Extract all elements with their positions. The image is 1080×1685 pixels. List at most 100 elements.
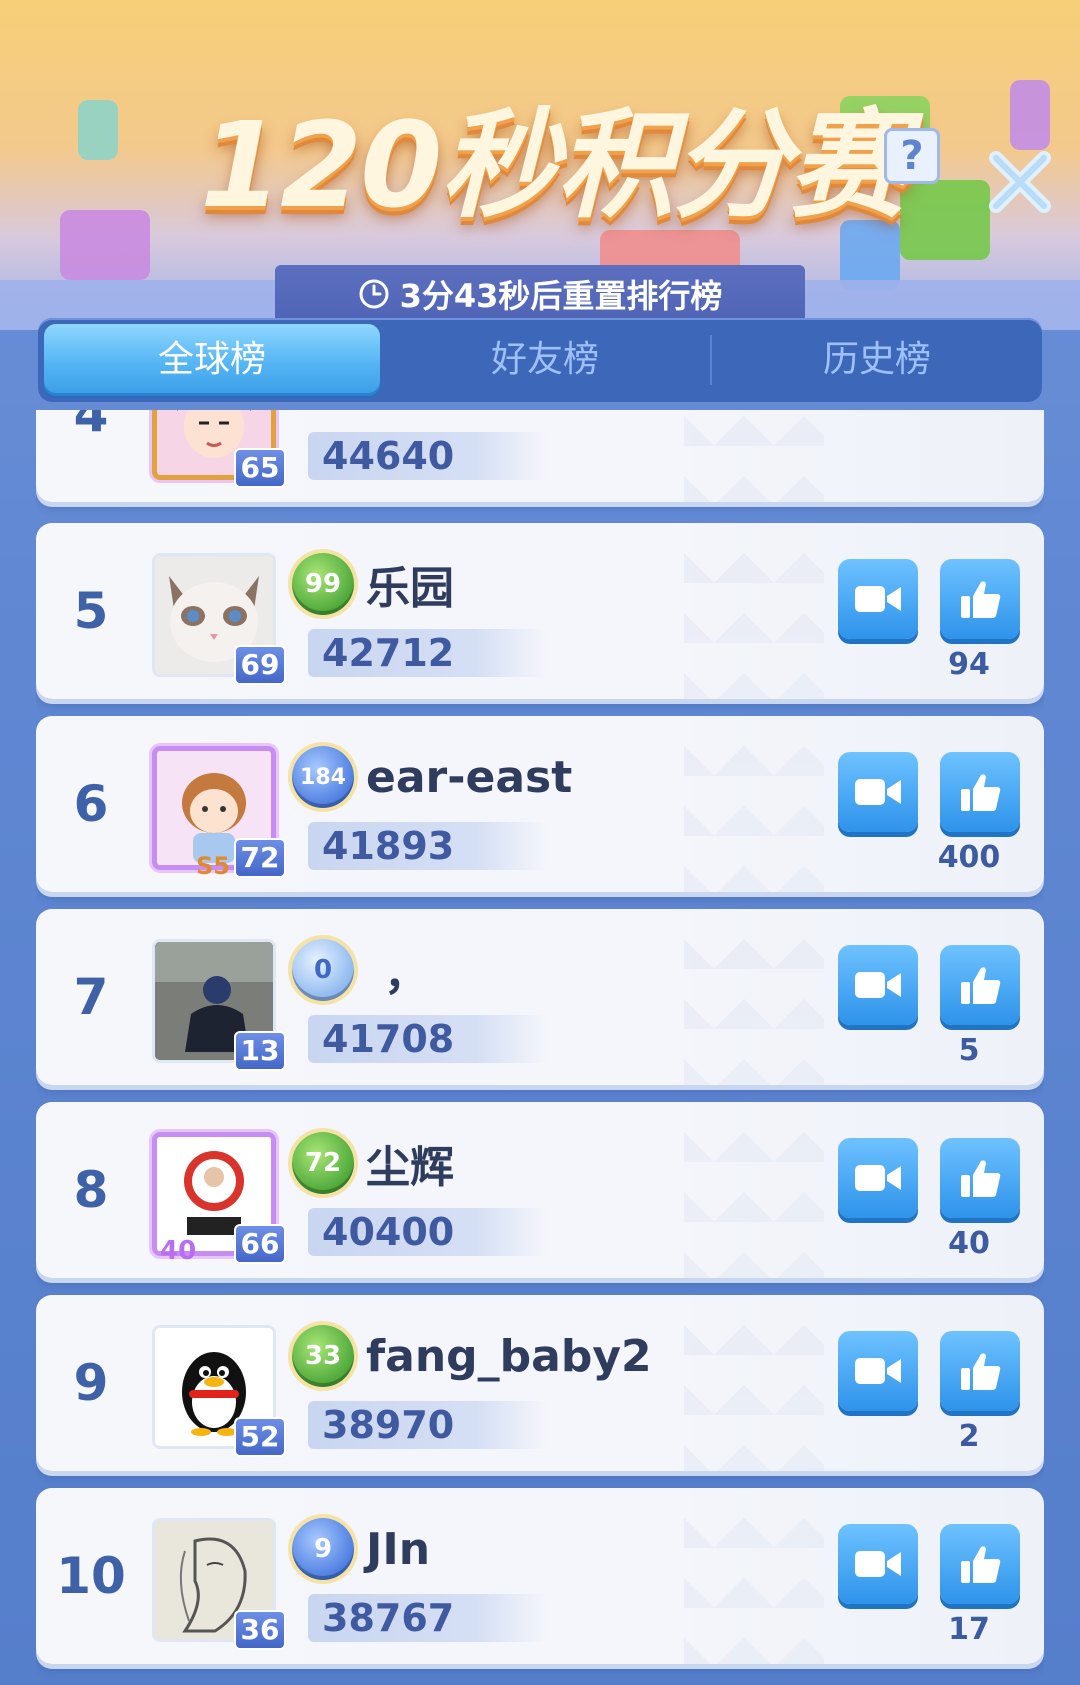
decor-cube bbox=[60, 210, 150, 280]
leaderboard-row: 7 13 0 ， 41708 5 bbox=[36, 909, 1044, 1085]
rank-number: 4 bbox=[73, 410, 109, 443]
level-badge: 0 bbox=[292, 939, 354, 1001]
leaderboard-row: 4 65 44640 369 bbox=[36, 410, 1044, 502]
video-camera-icon bbox=[855, 779, 901, 805]
leaderboard-row: 5 69 99 乐园 42712 94 bbox=[36, 523, 1044, 699]
like-button[interactable] bbox=[940, 752, 1020, 832]
thumbs-up-icon bbox=[961, 581, 1001, 618]
rank-number: 6 bbox=[73, 775, 109, 833]
rank-number: 7 bbox=[73, 968, 109, 1026]
replay-video-button[interactable] bbox=[838, 752, 918, 832]
close-icon[interactable] bbox=[988, 150, 1052, 214]
thumbs-up-icon bbox=[961, 967, 1001, 1004]
decor-cube bbox=[900, 180, 990, 260]
clock-icon bbox=[359, 279, 389, 309]
video-camera-icon bbox=[855, 1165, 901, 1191]
leaderboard-tabs: 全球榜 好友榜 历史榜 bbox=[38, 318, 1042, 402]
rank-number: 10 bbox=[56, 1547, 126, 1605]
score: 40400 bbox=[308, 1208, 548, 1256]
score: 42712 bbox=[308, 629, 548, 677]
player-avatar[interactable]: 52 bbox=[152, 1325, 286, 1457]
rank-number: 9 bbox=[73, 1354, 109, 1412]
video-camera-icon bbox=[855, 972, 901, 998]
player-badge: 99 乐园 bbox=[292, 549, 454, 619]
like-button[interactable] bbox=[940, 945, 1020, 1025]
rank-number: 5 bbox=[73, 582, 109, 640]
like-count: 5 bbox=[958, 1033, 980, 1068]
player-avatar[interactable]: S5 72 bbox=[152, 746, 286, 880]
decor-cube bbox=[78, 100, 118, 160]
like-button[interactable] bbox=[940, 1524, 1020, 1604]
reset-timer-text: 3分43秒后重置排行榜 bbox=[399, 277, 723, 315]
score: 38970 bbox=[308, 1401, 548, 1449]
level-badge: 72 bbox=[292, 1132, 354, 1194]
player-avatar[interactable]: 69 bbox=[152, 553, 286, 685]
leaderboard-row: 8 40 66 72 尘辉 40400 40 bbox=[36, 1102, 1044, 1278]
score: 38767 bbox=[308, 1594, 548, 1642]
video-camera-icon bbox=[855, 586, 901, 612]
replay-video-button[interactable] bbox=[838, 1138, 918, 1218]
like-count: 400 bbox=[937, 840, 1001, 875]
avatar-level: 36 bbox=[234, 1610, 286, 1650]
player-avatar[interactable]: 13 bbox=[152, 939, 286, 1071]
thumbs-up-icon bbox=[961, 1546, 1001, 1583]
decor-cube bbox=[1010, 80, 1050, 150]
header-banner: 120秒积分赛 ? 3分43秒后重置排行榜 bbox=[0, 0, 1080, 330]
player-badge: 9 JIn bbox=[292, 1514, 430, 1584]
replay-video-button[interactable] bbox=[838, 945, 918, 1025]
like-count: 40 bbox=[948, 1226, 990, 1261]
like-count: 17 bbox=[948, 1612, 990, 1647]
player-avatar[interactable]: 65 bbox=[152, 410, 286, 488]
reset-timer-banner: 3分43秒后重置排行榜 bbox=[275, 265, 805, 323]
player-name: fang_baby2 bbox=[366, 1330, 652, 1382]
score: 41708 bbox=[308, 1015, 548, 1063]
score: 44640 bbox=[308, 432, 548, 480]
replay-video-button[interactable] bbox=[838, 1524, 918, 1604]
level-badge: 9 bbox=[292, 1518, 354, 1580]
like-button[interactable] bbox=[940, 559, 1020, 639]
replay-video-button[interactable] bbox=[838, 559, 918, 639]
avatar-season-tag: S5 bbox=[196, 852, 230, 880]
avatar-level: 52 bbox=[234, 1417, 286, 1457]
like-count: 94 bbox=[948, 647, 990, 682]
player-name: 乐园 bbox=[366, 563, 454, 614]
thumbs-up-icon bbox=[961, 1160, 1001, 1197]
player-name: JIn bbox=[366, 1523, 431, 1575]
level-badge: 184 bbox=[292, 746, 354, 808]
player-avatar[interactable]: 40 66 bbox=[152, 1132, 286, 1266]
avatar-level: 13 bbox=[234, 1031, 286, 1071]
player-badge: 0 ， bbox=[292, 935, 428, 1005]
player-name: 尘辉 bbox=[366, 1142, 454, 1193]
tab-global[interactable]: 全球榜 bbox=[44, 324, 380, 396]
player-badge: 184 ear-east bbox=[292, 742, 572, 812]
avatar-frame-tag: 40 bbox=[160, 1236, 197, 1266]
tab-friends[interactable]: 好友榜 bbox=[380, 324, 710, 396]
player-badge: 33 fang_baby2 bbox=[292, 1321, 652, 1391]
leaderboard-row: 9 52 33 fang_baby2 38970 2 bbox=[36, 1295, 1044, 1471]
player-avatar[interactable]: 36 bbox=[152, 1518, 286, 1650]
like-button[interactable] bbox=[940, 1138, 1020, 1218]
score: 41893 bbox=[308, 822, 548, 870]
thumbs-up-icon bbox=[961, 1353, 1001, 1390]
help-button[interactable]: ? bbox=[884, 128, 940, 184]
like-button[interactable] bbox=[940, 1331, 1020, 1411]
video-camera-icon bbox=[855, 1358, 901, 1384]
leaderboard-row: 10 36 9 JIn 38767 17 bbox=[36, 1488, 1044, 1664]
leaderboard-row: 6 S5 72 184 ear-east 41893 400 bbox=[36, 716, 1044, 892]
thumbs-up-icon bbox=[961, 774, 1001, 811]
rank-number: 8 bbox=[73, 1161, 109, 1219]
leaderboard-list[interactable]: 4 65 44640 369 5 bbox=[36, 410, 1044, 1685]
player-name: ， bbox=[384, 949, 428, 1000]
like-count: 2 bbox=[958, 1419, 980, 1454]
avatar-level: 66 bbox=[234, 1224, 286, 1264]
level-badge: 99 bbox=[292, 553, 354, 615]
tab-history[interactable]: 历史榜 bbox=[712, 324, 1042, 396]
avatar-level: 69 bbox=[234, 645, 286, 685]
avatar-level: 65 bbox=[234, 448, 286, 488]
page-title: 120秒积分赛 bbox=[200, 96, 906, 234]
level-badge: 33 bbox=[292, 1325, 354, 1387]
avatar-level: 72 bbox=[234, 838, 286, 878]
player-name: ear-east bbox=[366, 751, 573, 803]
player-badge: 72 尘辉 bbox=[292, 1128, 454, 1198]
replay-video-button[interactable] bbox=[838, 1331, 918, 1411]
